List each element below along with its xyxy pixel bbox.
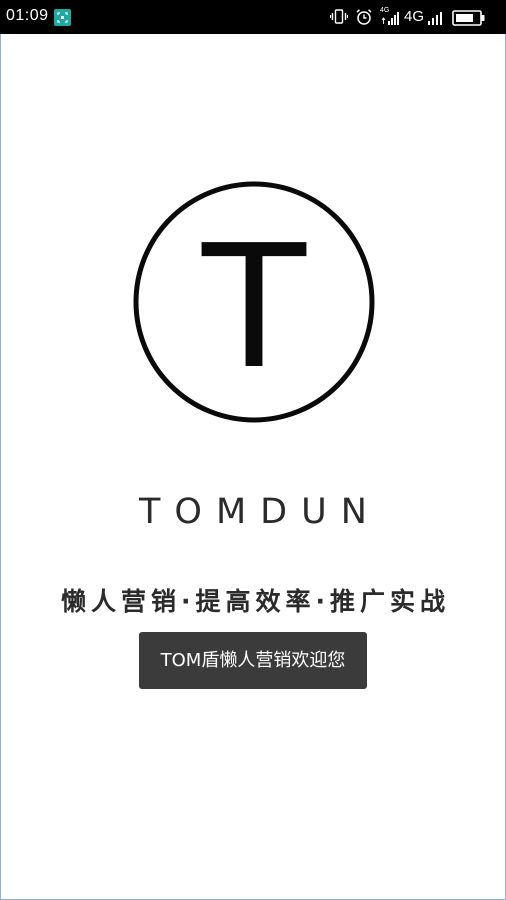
- signal-icon: [426, 9, 446, 27]
- screenshot-notification-icon: [54, 9, 71, 26]
- alarm-icon: [355, 8, 373, 26]
- network-type-label: 4G: [404, 8, 425, 25]
- welcome-toast: TOM盾懒人营销欢迎您: [139, 632, 367, 689]
- logo-letter: T: [201, 209, 307, 407]
- brand-name: TOMDUN: [139, 492, 381, 532]
- battery-icon: [452, 9, 486, 27]
- app-frame: [0, 34, 506, 900]
- status-bar: 01:09 4G 4G: [0, 0, 506, 34]
- vibrate-icon: [329, 8, 349, 26]
- tomdun-logo-icon: T: [133, 181, 375, 423]
- signal-icon: [380, 9, 400, 27]
- status-time: 01:09: [6, 7, 49, 24]
- slogan: 懒人营销·提高效率·推广实战: [61, 587, 450, 616]
